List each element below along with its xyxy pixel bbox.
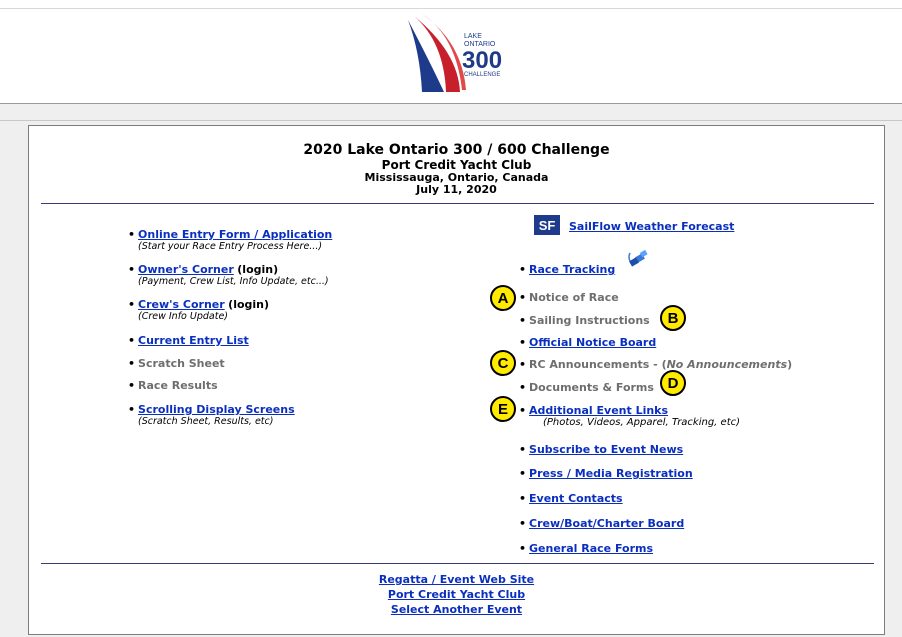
subscribe-link[interactable]: Subscribe to Event News — [529, 443, 683, 456]
list-item: SailFlow Weather Forecast — [569, 220, 734, 233]
crews-corner-link[interactable]: Crew's Corner — [138, 298, 225, 311]
club-link[interactable]: Port Credit Yacht Club — [29, 587, 884, 602]
divider-bottom — [41, 563, 874, 564]
badge-e: E — [490, 396, 516, 422]
official-notice-link[interactable]: Official Notice Board — [529, 336, 656, 349]
owners-login-label: (login) — [237, 263, 279, 276]
scrolling-display-link[interactable]: Scrolling Display Screens — [138, 403, 295, 416]
list-item: • Notice of Race — [519, 291, 619, 304]
scratch-sheet-label: Scratch Sheet — [138, 357, 225, 370]
list-item: • Scratch Sheet — [128, 357, 225, 370]
current-entry-link[interactable]: Current Entry List — [138, 334, 249, 347]
list-item: • Sailing Instructions — [519, 314, 650, 327]
logo-line3: CHALLENGE — [464, 72, 500, 78]
press-registration-link[interactable]: Press / Media Registration — [529, 467, 693, 480]
satellite-icon — [628, 249, 648, 267]
footer-links: Regatta / Event Web Site Port Credit Yac… — [29, 572, 884, 617]
badge-b: B — [660, 305, 686, 331]
header-bar — [0, 103, 902, 121]
rc-announcements-label: RC Announcements - ( — [529, 358, 667, 371]
event-contacts-link[interactable]: Event Contacts — [529, 492, 623, 505]
list-item: • Online Entry Form / Application (Start … — [128, 228, 333, 252]
race-results-label: Race Results — [138, 379, 218, 392]
regatta-site-link[interactable]: Regatta / Event Web Site — [29, 572, 884, 587]
list-item: • General Race Forms — [519, 542, 654, 555]
list-item: • Race Tracking — [519, 263, 616, 276]
event-club: Port Credit Yacht Club — [381, 158, 532, 172]
crews-login-label: (login) — [228, 298, 270, 311]
sailflow-link[interactable]: SailFlow Weather Forecast — [569, 220, 734, 233]
lake-ontario-300-logo: LAKE ONTARIO 300 CHALLENGE — [408, 14, 502, 92]
list-item: • Documents & Forms — [519, 381, 654, 394]
event-date: July 11, 2020 — [416, 183, 497, 196]
list-item: • Current Entry List — [128, 334, 249, 347]
badge-d: D — [660, 370, 686, 396]
additional-links-note: (Photos, Videos, Apparel, Tracking, etc) — [543, 417, 741, 428]
list-item: • Scrolling Display Screens (Scratch Shee… — [128, 403, 295, 427]
logo-line1: LAKE — [464, 33, 482, 40]
rc-close: ) — [787, 358, 793, 371]
list-item: • Press / Media Registration — [519, 467, 693, 480]
list-item: • Crew/Boat/Charter Board — [519, 517, 685, 530]
badge-a: A — [490, 285, 516, 311]
list-item: • Crew's Corner (login) (Crew Info Update… — [128, 298, 270, 322]
documents-forms-label: Documents & Forms — [529, 381, 654, 394]
entry-form-note: (Start your Race Entry Process Here...) — [138, 241, 323, 252]
top-divider — [0, 8, 902, 9]
list-item: • Official Notice Board — [519, 336, 657, 349]
general-forms-link[interactable]: General Race Forms — [529, 542, 653, 555]
owners-corner-link[interactable]: Owner's Corner — [138, 263, 234, 276]
additional-links-link[interactable]: Additional Event Links — [529, 404, 668, 417]
select-event-link[interactable]: Select Another Event — [29, 602, 884, 617]
notice-of-race-label: Notice of Race — [529, 291, 619, 304]
event-panel: 2020 Lake Ontario 300 / 600 Challenge Po… — [28, 125, 885, 635]
badge-c: C — [490, 350, 516, 376]
logo-number: 300 — [462, 47, 502, 74]
sailing-instructions-label: Sailing Instructions — [529, 314, 650, 327]
scrolling-note: (Scratch Sheet, Results, etc) — [138, 416, 274, 427]
entry-form-link[interactable]: Online Entry Form / Application — [138, 228, 332, 241]
list-item: • Additional Event Links — [519, 404, 669, 417]
crews-note: (Crew Info Update) — [138, 311, 228, 322]
list-item: • Subscribe to Event News — [519, 443, 684, 456]
event-header: 2020 Lake Ontario 300 / 600 Challenge Po… — [29, 142, 884, 196]
list-item: • RC Announcements - (No Announcements) — [519, 358, 793, 371]
owners-note: (Payment, Crew List, Info Update, etc...… — [138, 276, 329, 287]
race-tracking-link[interactable]: Race Tracking — [529, 263, 615, 276]
list-item: • Event Contacts — [519, 492, 623, 505]
divider-top — [41, 203, 874, 204]
list-item: • Race Results — [128, 379, 218, 392]
list-item: • Owner's Corner (login) (Payment, Crew L… — [128, 263, 329, 287]
event-title: 2020 Lake Ontario 300 / 600 Challenge — [303, 142, 610, 158]
crew-board-link[interactable]: Crew/Boat/Charter Board — [529, 517, 684, 530]
sailflow-icon: SF — [534, 215, 560, 235]
rc-none-label: No Announcements — [666, 358, 788, 371]
